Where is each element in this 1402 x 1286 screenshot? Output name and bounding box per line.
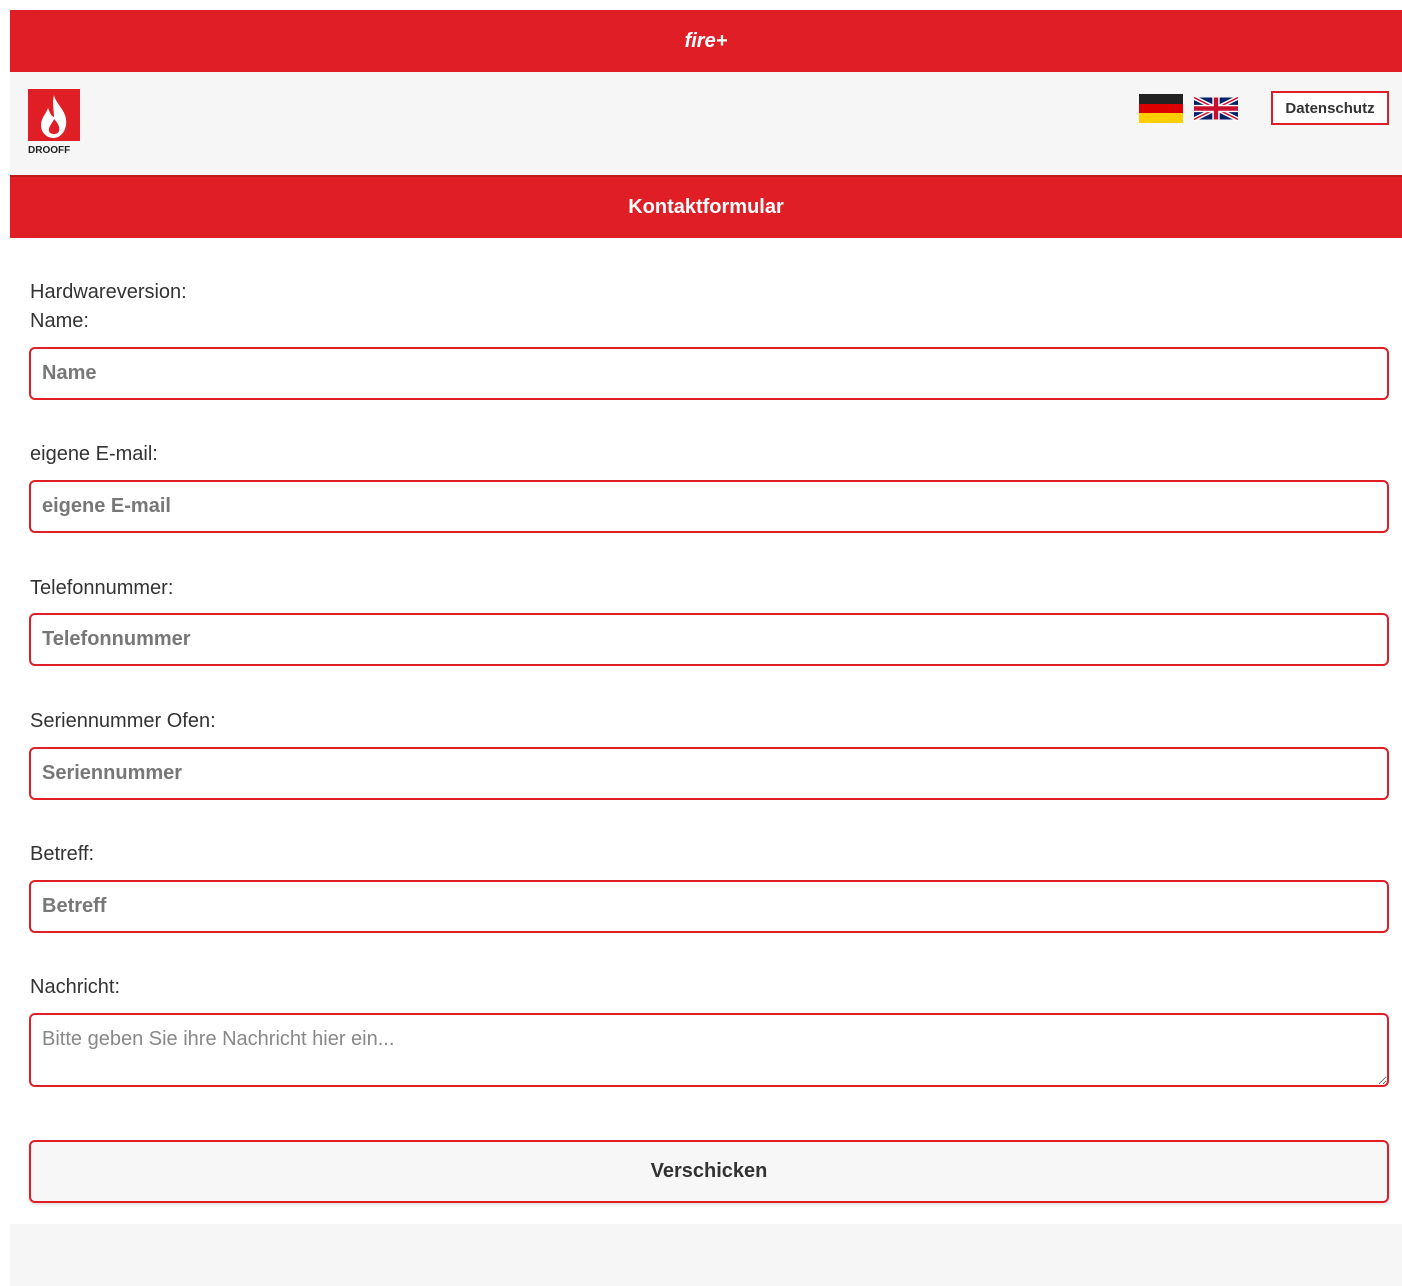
uk-flag-icon[interactable] — [1194, 94, 1238, 123]
serial-number-label: Seriennummer Ofen: — [30, 710, 216, 732]
phone-input[interactable] — [29, 613, 1389, 666]
name-label: Name: — [30, 310, 89, 332]
send-button[interactable]: Verschicken — [29, 1140, 1389, 1203]
subject-label: Betreff: — [30, 843, 95, 865]
message-textarea[interactable] — [29, 1013, 1389, 1087]
app-title-bar: fire+ — [10, 10, 1402, 72]
email-input[interactable] — [29, 480, 1389, 533]
german-flag-icon[interactable] — [1139, 94, 1183, 123]
name-input[interactable] — [29, 347, 1389, 400]
hardware-version-label: Hardwareversion: — [30, 281, 187, 303]
app-title: fire+ — [684, 29, 728, 52]
section-header: Kontaktformular — [10, 175, 1402, 238]
serial-number-input[interactable] — [29, 747, 1389, 800]
email-label: eigene E-mail: — [30, 443, 158, 465]
logo-text: DROOFF — [28, 145, 70, 155]
message-label: Nachricht: — [30, 976, 121, 998]
subject-input[interactable] — [29, 880, 1389, 933]
page: fire+ DROOFF Datenschutz Kontaktformular… — [10, 10, 1402, 1286]
phone-label: Telefonnummer: — [30, 577, 174, 599]
footer — [10, 1224, 1402, 1286]
privacy-button[interactable]: Datenschutz — [1271, 91, 1389, 125]
section-title: Kontaktformular — [628, 196, 784, 218]
header: DROOFF Datenschutz — [10, 72, 1402, 175]
drooff-logo: DROOFF — [28, 89, 80, 155]
